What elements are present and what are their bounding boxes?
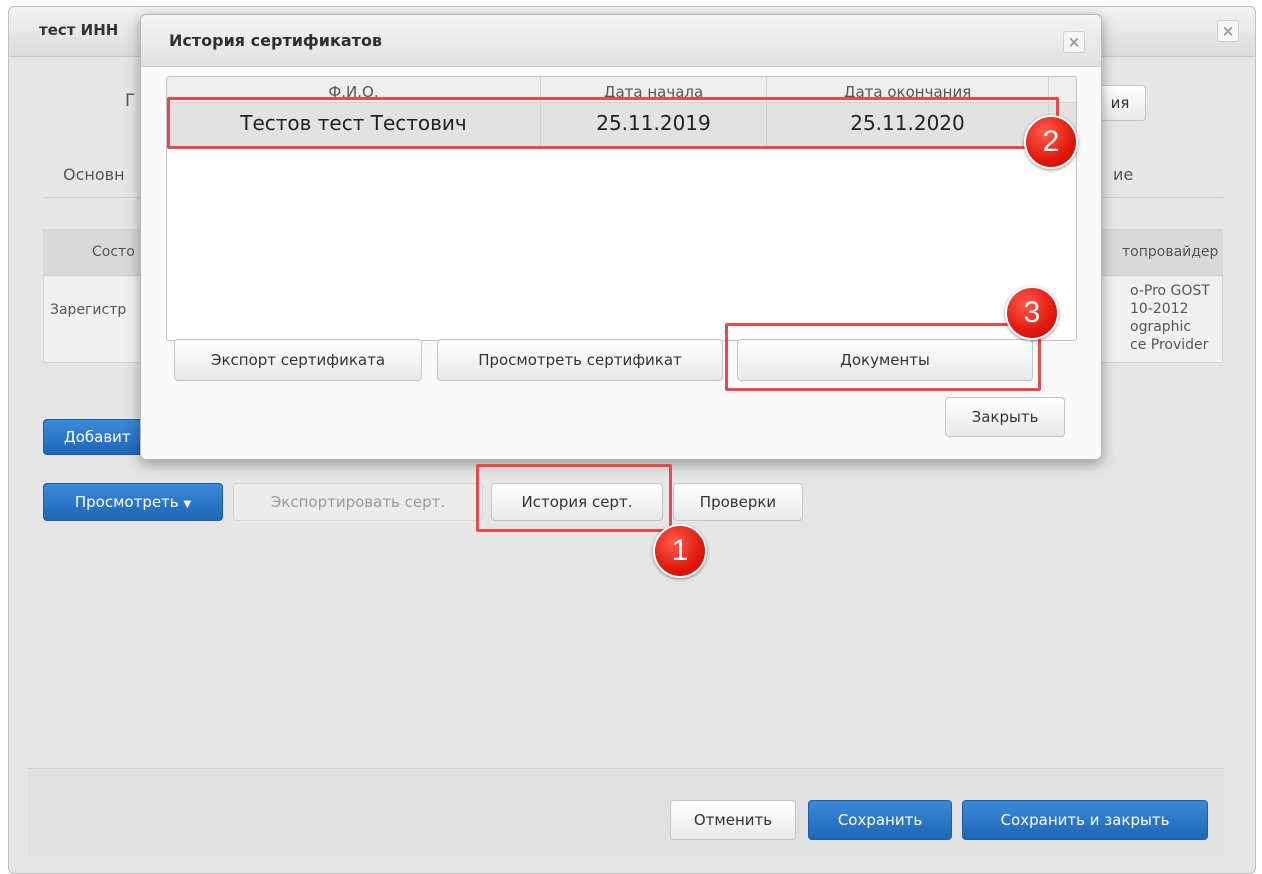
view-certificate-button-label: Просмотреть сертификат: [478, 351, 682, 369]
column-status: Состо: [92, 244, 135, 260]
cryptoprovider-line: 10-2012: [1130, 301, 1189, 317]
checks-button[interactable]: Проверки: [673, 483, 803, 521]
export-cert-button[interactable]: Экспортировать серт.: [233, 483, 483, 521]
cancel-button[interactable]: Отменить: [670, 800, 796, 840]
export-certificate-button-label: Экспорт сертификата: [210, 351, 386, 369]
highlight-documents-button: [725, 323, 1041, 391]
caret-down-icon: ▼: [183, 499, 192, 510]
cryptoprovider-line: ce Provider: [1130, 337, 1209, 353]
add-button-label: Добавит: [64, 428, 131, 446]
dialog-titlebar: История сертификатов ×: [141, 15, 1101, 67]
tab-other[interactable]: ие: [1113, 165, 1133, 184]
export-cert-button-label: Экспортировать серт.: [270, 493, 446, 511]
cryptoprovider-cell: o-Pro GOST 10-2012 ographic ce Provider: [1130, 282, 1210, 354]
annotation-badge-2: 2: [1024, 115, 1078, 169]
save-button-label: Сохранить: [837, 811, 923, 829]
window-top-label: Г: [125, 91, 136, 111]
view-dropdown-button[interactable]: Просмотреть ▼: [43, 483, 223, 521]
tab-main[interactable]: Основн: [63, 165, 125, 184]
dialog-close-icon[interactable]: ×: [1063, 31, 1085, 53]
save-and-close-button[interactable]: Сохранить и закрыть: [962, 800, 1208, 840]
view-button-label: Просмотреть: [74, 493, 179, 511]
certificate-history-dialog: История сертификатов × Ф.И.О. Дата начал…: [140, 14, 1102, 460]
cryptoprovider-line: ographic: [1130, 319, 1192, 335]
top-partial-button-label: ия: [1110, 94, 1130, 112]
window-close-icon[interactable]: ×: [1217, 20, 1239, 42]
checks-button-label: Проверки: [699, 493, 777, 511]
status-cell: Зарегистр: [50, 302, 127, 318]
save-and-close-button-label: Сохранить и закрыть: [1000, 811, 1170, 829]
save-button[interactable]: Сохранить: [808, 800, 952, 840]
dialog-title: История сертификатов: [169, 31, 383, 50]
add-button[interactable]: Добавит: [43, 419, 153, 455]
window-title: тест ИНН: [39, 21, 119, 39]
export-certificate-button[interactable]: Экспорт сертификата: [174, 339, 422, 381]
annotation-badge-1: 1: [653, 524, 707, 578]
close-dialog-button-label: Закрыть: [971, 408, 1039, 426]
highlight-history-row: [167, 97, 1059, 149]
highlight-history-button: [476, 464, 672, 532]
column-cryptoprovider: топровайдер: [1122, 244, 1219, 260]
annotation-badge-3: 3: [1005, 286, 1059, 340]
view-certificate-button[interactable]: Просмотреть сертификат: [437, 339, 723, 381]
cryptoprovider-line: o-Pro GOST: [1130, 283, 1210, 299]
close-dialog-button[interactable]: Закрыть: [945, 397, 1065, 437]
cancel-button-label: Отменить: [693, 811, 773, 829]
